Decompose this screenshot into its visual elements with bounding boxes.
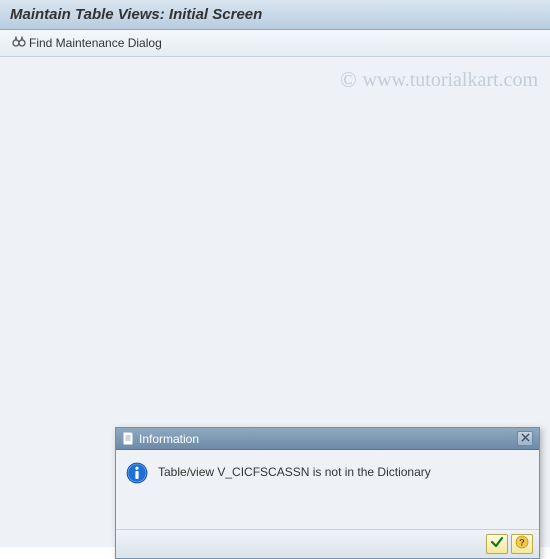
close-button[interactable]	[517, 431, 533, 446]
watermark: © www.tutorialkart.com	[340, 67, 538, 93]
title-bar: Maintain Table Views: Initial Screen	[0, 0, 550, 30]
close-icon	[521, 433, 530, 445]
find-maintenance-button[interactable]: Find Maintenance Dialog	[8, 34, 166, 52]
page-title: Maintain Table Views: Initial Screen	[10, 6, 540, 23]
help-button[interactable]: ?	[511, 534, 533, 554]
toolbar: Find Maintenance Dialog	[0, 30, 550, 57]
dialog-header-left: Information	[122, 432, 199, 446]
watermark-text: www.tutorialkart.com	[363, 69, 538, 92]
content-area: © www.tutorialkart.com Information	[0, 57, 550, 547]
svg-text:?: ?	[519, 537, 525, 547]
dialog-message: Table/view V_CICFSCASSN is not in the Di…	[158, 462, 431, 479]
question-icon: ?	[515, 535, 529, 554]
watermark-symbol: ©	[340, 67, 357, 93]
dialog-header[interactable]: Information	[116, 428, 539, 450]
document-icon	[122, 432, 135, 445]
information-dialog: Information Table/view V_CICFSCASS	[115, 427, 540, 559]
find-maintenance-label: Find Maintenance Dialog	[29, 36, 162, 50]
dialog-footer: ?	[116, 530, 539, 558]
binoculars-icon	[12, 36, 26, 50]
dialog-body: Table/view V_CICFSCASSN is not in the Di…	[116, 450, 539, 530]
dialog-title: Information	[139, 432, 199, 446]
ok-button[interactable]	[486, 534, 508, 554]
info-icon	[126, 462, 148, 484]
check-icon	[490, 535, 504, 554]
